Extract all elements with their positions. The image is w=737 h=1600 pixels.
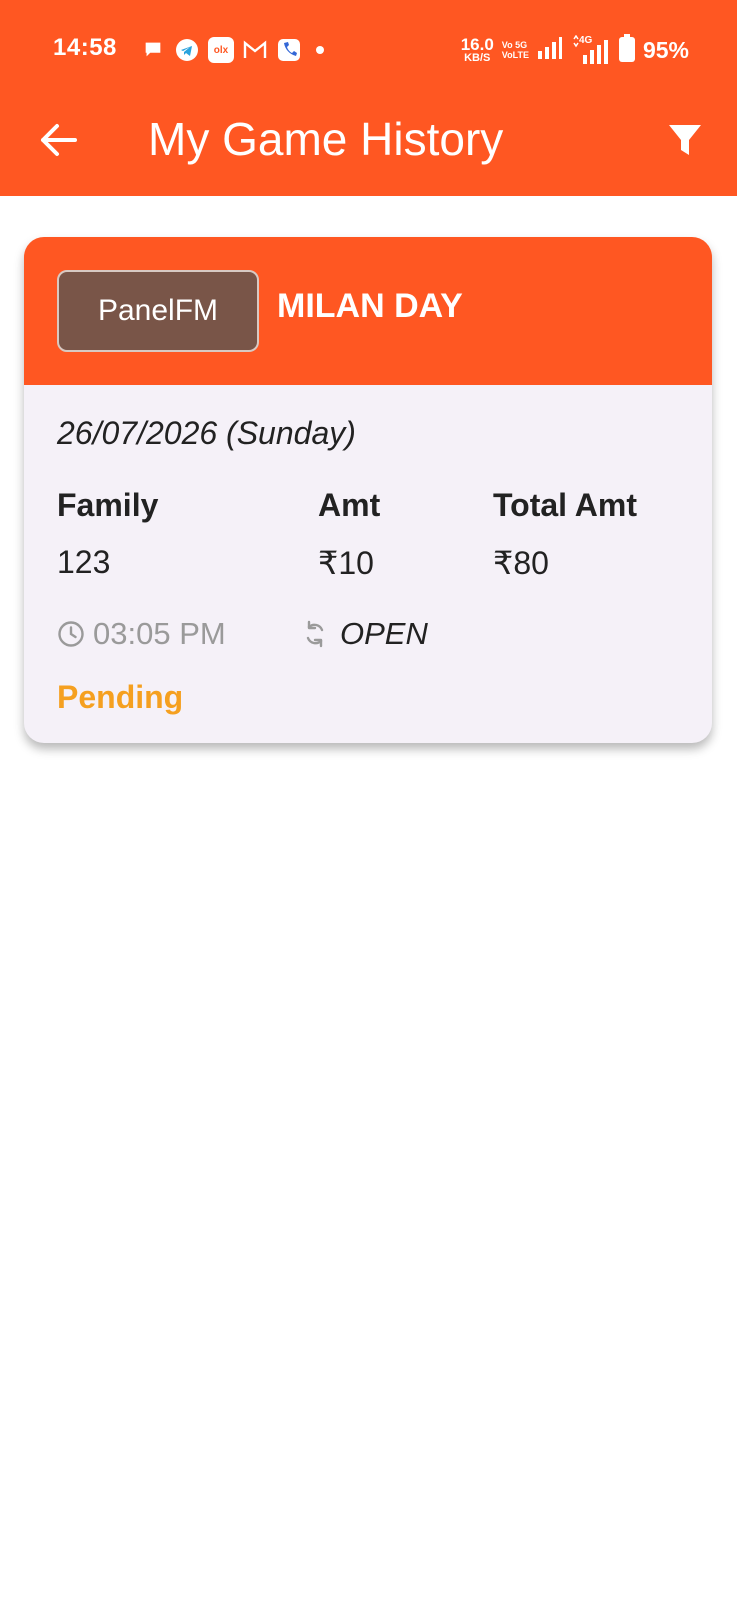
digits-value: 123 bbox=[57, 544, 111, 580]
digits-label: Family bbox=[57, 487, 159, 523]
phone-app-icon bbox=[276, 37, 302, 63]
filter-icon bbox=[669, 125, 701, 155]
amount-label: Amt bbox=[318, 487, 381, 523]
bet-time: 03:05 PM bbox=[57, 612, 226, 656]
page-title: My Game History bbox=[148, 113, 504, 165]
status-badge: Pending bbox=[57, 679, 184, 715]
volte-indicator: Vo 5G VoLTE bbox=[501, 40, 529, 60]
more-notifications-dot bbox=[316, 46, 324, 54]
olx-icon: olx bbox=[208, 37, 234, 63]
telegram-icon bbox=[174, 37, 200, 63]
bet-session: OPEN bbox=[302, 612, 428, 656]
time-value: 03:05 PM bbox=[93, 616, 226, 651]
market-name: MILAN DAY bbox=[277, 287, 463, 325]
battery-icon bbox=[618, 33, 635, 67]
total-amount-label: Total Amt bbox=[493, 487, 637, 523]
total-amount-value: ₹80 bbox=[493, 545, 549, 581]
card-header: PanelFM MILAN DAY bbox=[24, 237, 712, 385]
top-bar: 14:58 olx 16.0 KB/S Vo 5G VoLTE 4G 95% M… bbox=[0, 0, 737, 196]
gmail-icon bbox=[242, 37, 268, 63]
signal-4g-icon: 4G bbox=[571, 35, 611, 65]
status-time: 14:58 bbox=[53, 34, 117, 61]
status-bar: 14:58 olx 16.0 KB/S Vo 5G VoLTE 4G 95% bbox=[0, 0, 737, 100]
system-indicators: 16.0 KB/S Vo 5G VoLTE 4G 95% bbox=[460, 33, 689, 67]
app-bar: My Game History bbox=[0, 100, 737, 196]
arrow-left-icon bbox=[41, 124, 77, 156]
sync-icon bbox=[306, 620, 324, 648]
battery-percent: 95% bbox=[642, 36, 689, 63]
filter-button[interactable] bbox=[663, 118, 707, 162]
amount-value: ₹10 bbox=[318, 545, 374, 581]
network-speed: 16.0 KB/S bbox=[460, 35, 494, 64]
clock-icon bbox=[58, 621, 84, 647]
notification-icons: olx bbox=[140, 35, 324, 65]
session-value: OPEN bbox=[340, 616, 428, 651]
chat-bubble-icon bbox=[140, 37, 166, 63]
back-button[interactable] bbox=[36, 118, 80, 162]
game-type-chip: PanelFM bbox=[57, 270, 259, 352]
signal-icon bbox=[537, 36, 563, 65]
history-card[interactable]: PanelFM MILAN DAY 26/07/2026 (Sunday) Fa… bbox=[24, 237, 712, 743]
bet-date: 26/07/2026 (Sunday) bbox=[57, 415, 356, 451]
